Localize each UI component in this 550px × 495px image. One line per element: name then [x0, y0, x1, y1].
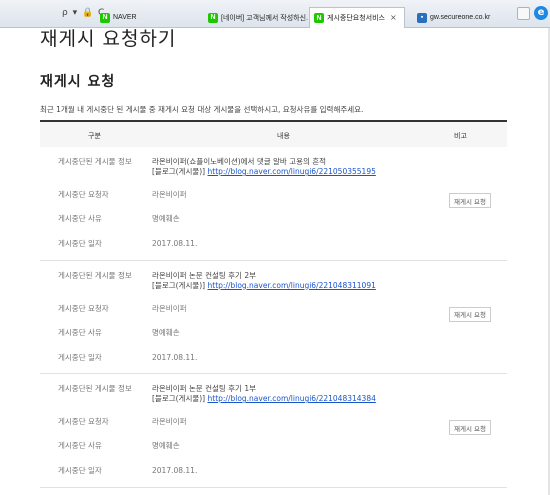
post-link[interactable]: http://blog.naver.com/linugi6/2210483110…: [208, 281, 376, 290]
label-requester: 게시중단 요청자: [58, 303, 109, 313]
header-note: 비고: [454, 132, 467, 140]
post-info: 라온비이퍼 논문 컨설팅 후기 2부 [블로그(게시물)] http://blo…: [152, 271, 422, 291]
label-reason: 게시중단 사유: [58, 327, 102, 337]
table-header: 구분 내용 비고: [40, 120, 507, 147]
link-prefix: [블로그(게시물)]: [152, 280, 206, 290]
link-prefix: [블로그(게시물)]: [152, 394, 206, 403]
tab-naver-notice[interactable]: N [네이버] 고객님께서 작성하신...: [204, 7, 308, 28]
naver-icon: N: [314, 13, 324, 23]
table-row: 게시중단된 게시물 정보 라온비이퍼 논문 컨설팅 후기 1부 [블로그(게시물…: [40, 374, 507, 488]
close-tab-icon[interactable]: ×: [390, 13, 397, 22]
post-title: 라온비이퍼(쇼플이노베이션)에서 댓글 알바 고용의 흔적: [152, 157, 327, 166]
label-requester: 게시중단 요청자: [58, 190, 109, 199]
post-link[interactable]: http://blog.naver.com/linugi6/2210483143…: [208, 394, 376, 403]
section-title: 재게시 요청: [40, 74, 116, 90]
tab-secureone[interactable]: ▪ gw.secureone.co.kr: [413, 7, 508, 28]
ie-icon[interactable]: e: [534, 6, 548, 20]
repost-request-button[interactable]: 재게시 요청: [449, 193, 491, 208]
link-prefix: [블로그(게시물)]: [152, 167, 206, 176]
label-post: 게시중단된 게시물 정보: [58, 270, 132, 280]
post-title: 라온비이퍼 논문 컨설팅 후기 1부: [152, 384, 257, 393]
header-content: 내용: [277, 132, 290, 140]
requester-value: 라온비이퍼: [152, 190, 187, 199]
date-value: 2017.08.11.: [152, 239, 198, 248]
post-info: 라온비이퍼(쇼플이노베이션)에서 댓글 알바 고용의 흔적 [블로그(게시물)]…: [152, 157, 422, 177]
label-post: 게시중단된 게시물 정보: [58, 384, 132, 393]
label-date: 게시중단 일자: [58, 466, 102, 475]
label-date: 게시중단 일자: [58, 239, 102, 248]
tab-label: 게시중단요청서비스: [327, 15, 385, 22]
repost-request-button[interactable]: 재게시 요청: [449, 420, 491, 435]
label-reason: 게시중단 사유: [58, 441, 102, 450]
naver-icon: N: [100, 12, 110, 23]
reason-value: 명예훼손: [152, 327, 180, 337]
requester-value: 라온비이퍼: [152, 417, 187, 426]
table-row: 게시중단된 게시물 정보 라온비이퍼(쇼플이노베이션)에서 댓글 알바 고용의 …: [40, 147, 507, 261]
label-requester: 게시중단 요청자: [58, 417, 109, 426]
repost-table: 구분 내용 비고 게시중단된 게시물 정보 라온비이퍼(쇼플이노베이션)에서 댓…: [40, 120, 507, 488]
date-value: 2017.08.11.: [152, 352, 198, 362]
tab-label: NAVER: [113, 14, 137, 21]
browser-tab-bar: ρ ▾ 🔒 C N NAVER N [네이버] 고객님께서 작성하신... N …: [0, 0, 550, 28]
post-info: 라온비이퍼 논문 컨설팅 후기 1부 [블로그(게시물)] http://blo…: [152, 384, 422, 404]
label-reason: 게시중단 사유: [58, 214, 102, 223]
reason-value: 명예훼손: [152, 214, 180, 223]
secureone-icon: ▪: [417, 12, 427, 23]
reason-value: 명예훼손: [152, 441, 180, 450]
tab-label: gw.secureone.co.kr: [430, 14, 491, 21]
repost-request-button[interactable]: 재게시 요청: [449, 306, 491, 322]
page-title: 재게시 요청하기: [40, 28, 177, 50]
page-content: 재게시 요청하기 재게시 요청 최근 1개월 내 게시중단 된 게시물 중 재게…: [0, 28, 550, 495]
requester-value: 라온비이퍼: [152, 303, 187, 313]
tab-naver[interactable]: N NAVER: [96, 7, 184, 28]
label-post: 게시중단된 게시물 정보: [58, 157, 132, 166]
date-value: 2017.08.11.: [152, 466, 198, 475]
label-date: 게시중단 일자: [58, 352, 102, 362]
post-title: 라온비이퍼 논문 컨설팅 후기 2부: [152, 270, 257, 280]
naver-icon: N: [208, 12, 218, 23]
table-row: 게시중단된 게시물 정보 라온비이퍼 논문 컨설팅 후기 2부 [블로그(게시물…: [40, 261, 507, 374]
header-category: 구분: [88, 132, 101, 140]
post-link[interactable]: http://blog.naver.com/linugi6/2210503551…: [208, 167, 376, 176]
tab-label: [네이버] 고객님께서 작성하신...: [221, 14, 308, 22]
new-tab-button[interactable]: [517, 7, 530, 20]
instruction-text: 최근 1개월 내 게시중단 된 게시물 중 재게시 요청 대상 게시물을 선택하…: [40, 105, 364, 114]
